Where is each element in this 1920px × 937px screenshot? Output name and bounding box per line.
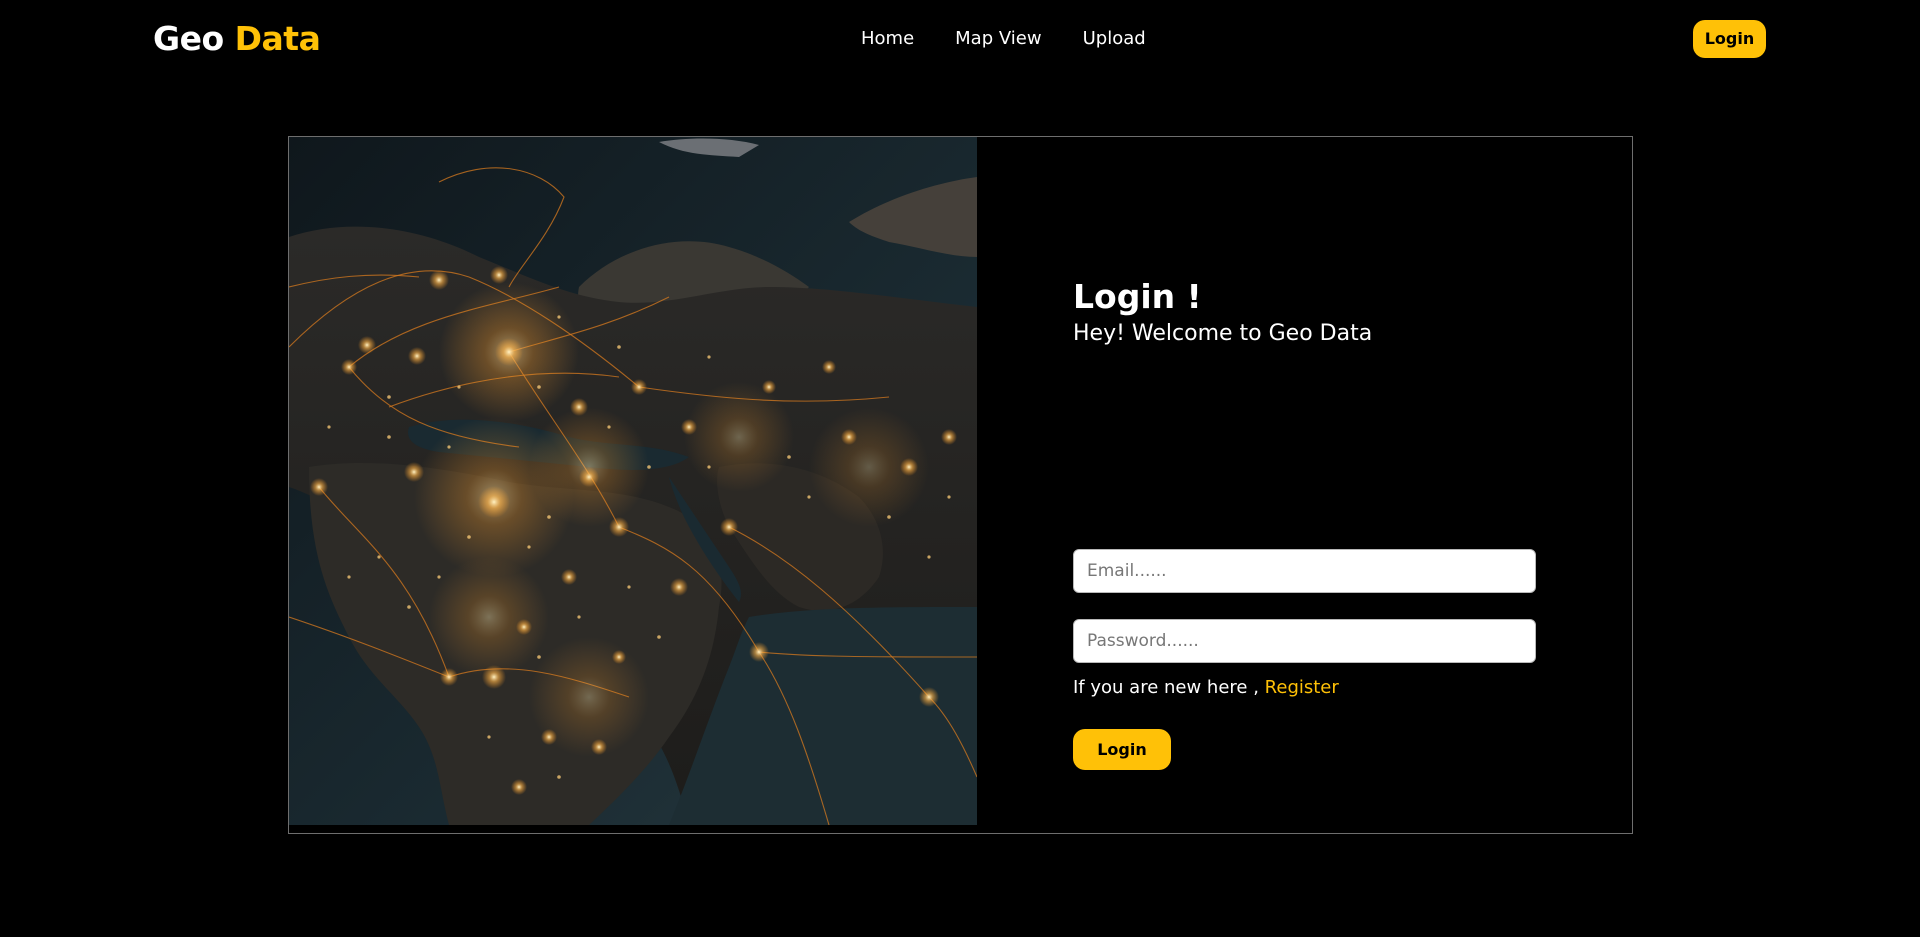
login-form: Login ! Hey! Welcome to Geo Data If you …: [1073, 275, 1543, 770]
header-login-button[interactable]: Login: [1693, 20, 1766, 58]
register-link[interactable]: Register: [1265, 677, 1339, 698]
login-submit-button[interactable]: Login: [1073, 729, 1171, 770]
main-nav: Home Map View Upload: [861, 27, 1146, 51]
login-title: Login !: [1073, 277, 1202, 316]
password-input[interactable]: [1073, 619, 1536, 663]
welcome-subtitle: Hey! Welcome to Geo Data: [1073, 321, 1373, 346]
register-prompt: If you are new here , Register: [1073, 676, 1339, 700]
login-card: Login ! Hey! Welcome to Geo Data If you …: [288, 136, 1633, 834]
email-input[interactable]: [1073, 549, 1536, 593]
nav-link-home[interactable]: Home: [861, 27, 914, 51]
nav-link-upload[interactable]: Upload: [1083, 27, 1146, 51]
brand-name-part1: Geo: [153, 19, 224, 58]
register-prompt-text: If you are new here ,: [1073, 677, 1259, 698]
brand-name-part2: Data: [234, 19, 321, 58]
night-earth-lights-image: [289, 137, 977, 825]
nav-link-map-view[interactable]: Map View: [955, 27, 1041, 51]
brand-logo[interactable]: Geo Data: [153, 18, 321, 60]
top-nav-bar: Geo Data Home Map View Upload Login: [0, 0, 1920, 80]
earth-illustration: [289, 137, 977, 825]
